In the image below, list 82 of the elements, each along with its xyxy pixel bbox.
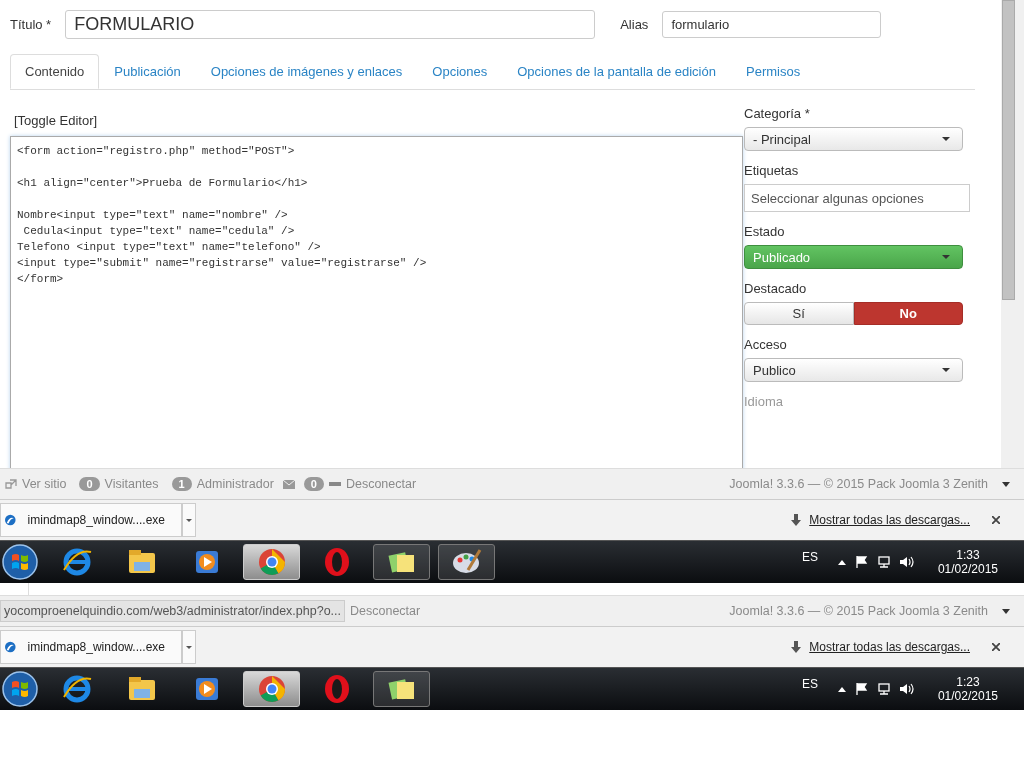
- network-icon: [877, 683, 890, 695]
- tab[interactable]: Contenido: [10, 54, 100, 89]
- scroll-down-arrow-icon: [1002, 608, 1010, 614]
- dropdown[interactable]: - Principal: [744, 127, 963, 151]
- download-file-name: imindmap8_window....exe: [27, 513, 165, 527]
- language-indicator[interactable]: ES: [801, 550, 818, 564]
- speaker-icon: [899, 556, 914, 568]
- count-badge: 0: [303, 477, 324, 491]
- toggle-option[interactable]: Sí: [744, 302, 854, 325]
- network-icon: [877, 556, 890, 568]
- tab[interactable]: Publicación: [99, 54, 196, 89]
- close-icon: [992, 516, 1000, 524]
- download-arrow-icon: [791, 514, 802, 526]
- scroll-down-arrow-icon: [1002, 481, 1010, 487]
- show-hidden-icons-icon: [837, 559, 846, 565]
- code-line: <input type="submit" name="registrarse" value="registrarse" />: [17, 256, 427, 271]
- start-button[interactable]: [0, 669, 40, 709]
- code-line: </form>: [17, 272, 64, 287]
- code-line: <h1 align="center">Prueba de Formulario</h1>: [17, 176, 308, 191]
- show-all-downloads-link[interactable]: Mostrar todas las descargas...: [809, 513, 970, 527]
- minus-icon: [328, 482, 341, 486]
- language-indicator[interactable]: ES: [801, 677, 818, 691]
- code-line: Nombre<input type="text" name="nombre" />: [17, 208, 288, 223]
- version-text: Joomla! 3.3.6 — © 2015 Pack Joomla 3 Zenith: [729, 604, 988, 618]
- windows-orb-icon: [2, 544, 38, 580]
- code-line: <form action="registro.php" method="POST">: [17, 144, 295, 159]
- title-field[interactable]: FORMULARIO: [65, 10, 596, 39]
- tab[interactable]: Opciones: [417, 54, 503, 89]
- browser-e-icon: [60, 546, 93, 578]
- code-line: Cedula<input type="text" name="cedula" />: [22, 224, 295, 239]
- alias-label: Alias: [620, 17, 649, 32]
- title-label: Título *: [10, 17, 52, 32]
- url-tooltip: yocomproenelquindio.com/web3/administrator/index.php?o...: [0, 600, 345, 622]
- field-label: Estado: [744, 224, 785, 239]
- toggle-editor-link[interactable]: [Toggle Editor]: [14, 113, 98, 128]
- start-button[interactable]: [0, 542, 40, 582]
- caret-icon: [942, 368, 950, 372]
- count-badge: 0: [79, 477, 100, 491]
- dropdown[interactable]: Publico: [744, 358, 963, 382]
- flag-icon: [855, 556, 868, 568]
- taskbar-app-button[interactable]: [373, 671, 430, 707]
- clock-time[interactable]: 1:23: [956, 675, 980, 689]
- caret-icon: [942, 255, 950, 259]
- external-link-icon: [5, 479, 17, 489]
- alias-field[interactable]: formulario: [662, 11, 882, 38]
- code-line: Telefono <input type="text" name="telefono" />: [17, 240, 321, 255]
- windows-orb-icon: [2, 671, 38, 707]
- download-file-name: imindmap8_window....exe: [27, 640, 165, 654]
- field-label: Etiquetas: [744, 163, 799, 178]
- tab[interactable]: Permisos: [731, 54, 816, 89]
- taskbar-app-button[interactable]: [438, 544, 495, 580]
- count-badge: 1: [171, 477, 192, 491]
- show-hidden-icons-icon: [837, 686, 846, 692]
- clock-date[interactable]: 01/02/2015: [937, 562, 998, 576]
- browser-e-icon: [60, 673, 93, 705]
- flag-icon: [855, 683, 868, 695]
- download-item[interactable]: imindmap8_window....exe: [0, 630, 182, 664]
- caret-icon: [942, 137, 950, 141]
- close-icon: [992, 643, 1000, 651]
- speaker-icon: [899, 683, 914, 695]
- field-label: Acceso: [744, 337, 787, 352]
- footer-label: Administrador: [196, 477, 274, 491]
- taskbar-app-button[interactable]: [373, 544, 430, 580]
- tags-field[interactable]: Seleccionar algunas opciones: [744, 184, 970, 212]
- caret-icon: [186, 518, 192, 522]
- field-label: Destacado: [744, 281, 807, 296]
- field-label: Categoría *: [744, 106, 810, 121]
- caret-icon: [186, 645, 192, 649]
- mail-icon: [282, 479, 295, 489]
- clock-date[interactable]: 01/02/2015: [937, 689, 998, 703]
- download-item[interactable]: imindmap8_window....exe: [0, 503, 182, 537]
- clock-time[interactable]: 1:33: [956, 548, 980, 562]
- field-label: Idioma: [744, 394, 784, 409]
- footer-label: Visitantes: [104, 477, 159, 491]
- scrollbar[interactable]: [1001, 0, 1024, 468]
- scrollbar-thumb[interactable]: [1002, 0, 1016, 300]
- show-all-downloads-link[interactable]: Mostrar todas las descargas...: [809, 640, 970, 654]
- tab[interactable]: Opciones de imágenes y enlaces: [195, 54, 418, 89]
- toggle-option[interactable]: No: [853, 302, 963, 325]
- version-text: Joomla! 3.3.6 — © 2015 Pack Joomla 3 Zenith: [729, 477, 988, 491]
- download-arrow-icon: [791, 641, 802, 653]
- tab[interactable]: Opciones de la pantalla de edición: [502, 54, 731, 89]
